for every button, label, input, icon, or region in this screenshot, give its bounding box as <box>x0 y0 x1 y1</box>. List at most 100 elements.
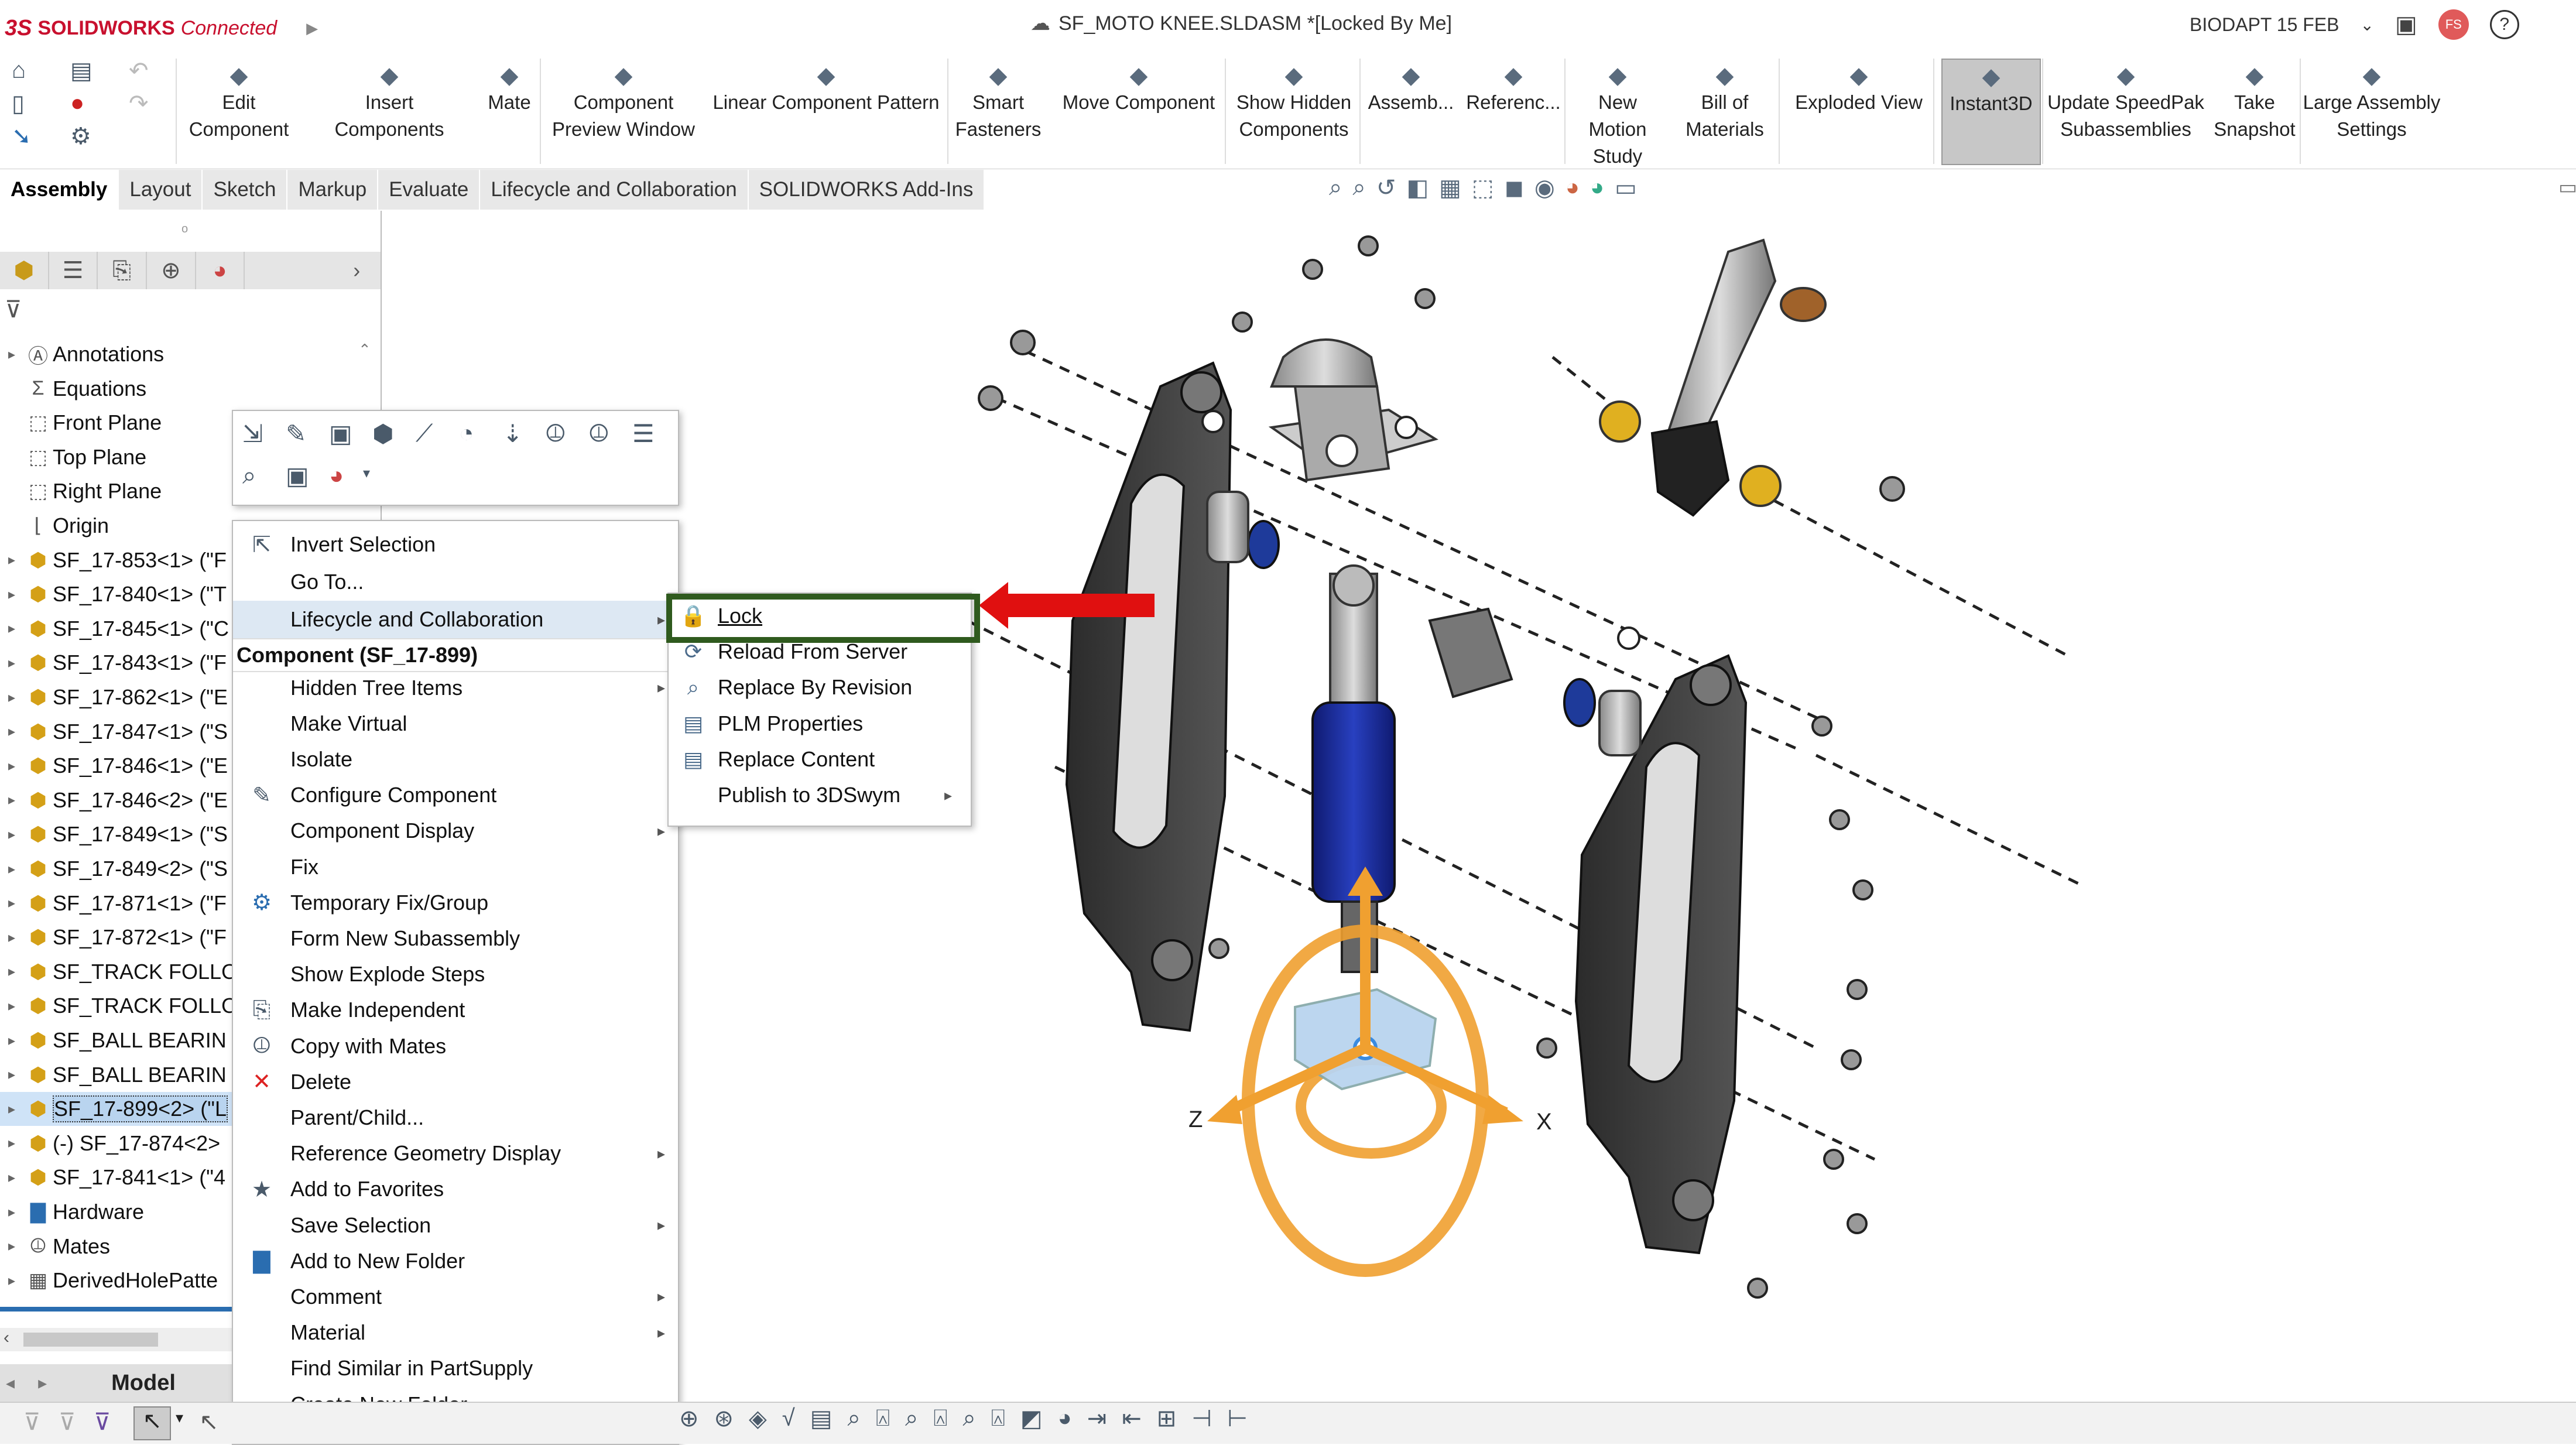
select-other-icon[interactable]: ↖ <box>199 1409 219 1436</box>
menu-item-find-similar-in-partsupply[interactable]: Find Similar in PartSupply <box>233 1351 676 1386</box>
menu-item-hidden-tree-items[interactable]: Hidden Tree Items ▸ <box>233 670 676 706</box>
sketch-tool-icon[interactable]: ⍓ <box>876 1405 890 1432</box>
tab-markup[interactable]: Markup <box>287 170 379 210</box>
options-gear-icon[interactable]: ⚙ <box>70 123 91 150</box>
menu-item-add-to-new-folder[interactable]: ▇ Add to New Folder <box>233 1243 676 1279</box>
scrollbar-thumb[interactable] <box>23 1333 158 1347</box>
select-icon[interactable]: ➘ <box>12 123 32 150</box>
expand-arrow-icon[interactable]: ▸ <box>0 929 23 946</box>
smart-mate-icon[interactable]: ⦹ <box>589 419 609 448</box>
cmd-instant3d-button[interactable]: ◆ Instant3D <box>1941 59 2041 165</box>
scroll-left-icon[interactable]: ‹ <box>4 1328 9 1348</box>
sketch-tool-icon[interactable]: ⍓ <box>991 1405 1005 1432</box>
view-orientation-icon[interactable]: ⬚ <box>1472 174 1494 201</box>
configuration-manager-tab[interactable]: ⎘ <box>98 252 148 289</box>
component-preview-icon[interactable]: ▣ <box>286 461 309 490</box>
panel-tabs-more-icon[interactable]: › <box>333 252 381 289</box>
select-cursor-icon[interactable]: ↖ <box>133 1406 171 1440</box>
menu-item-configure-component[interactable]: ✎ Configure Component <box>233 778 676 813</box>
zoom-selection-icon[interactable]: ⌕ <box>242 461 256 490</box>
cmd-preview-window-button[interactable]: ◆ Component Preview Window <box>544 59 703 165</box>
cmd-large-assembly-button[interactable]: ◆ Large Assembly Settings <box>2298 59 2445 165</box>
menu-item-save-selection[interactable]: Save Selection ▸ <box>233 1207 676 1243</box>
menu-item-lifecycle-and-collaboration[interactable]: Lifecycle and Collaboration ▸ <box>233 601 676 638</box>
sketch-tool-icon[interactable]: ⊛ <box>714 1405 734 1432</box>
panel-splitter-handle[interactable]: o <box>181 222 188 236</box>
sketch-tool-icon[interactable]: ◩ <box>1020 1405 1043 1432</box>
tab-prev-icon[interactable]: ◂ <box>6 1373 15 1393</box>
sketch-tool-icon[interactable]: ▤ <box>810 1405 833 1432</box>
new-document-icon[interactable]: ▯ <box>12 90 25 117</box>
submenu-item-replace-by-revision[interactable]: ⌕ Replace By Revision <box>669 670 968 705</box>
select-dropdown-icon[interactable]: ▾ <box>176 1409 183 1427</box>
sketch-tool-icon[interactable]: ⇥ <box>1087 1405 1107 1432</box>
expand-arrow-icon[interactable]: ▸ <box>0 1272 23 1289</box>
menu-item-add-to-favorites[interactable]: ★ Add to Favorites <box>233 1172 676 1207</box>
menu-item-component-display[interactable]: Component Display ▸ <box>233 813 676 849</box>
cmd-bom-button[interactable]: ◆ Bill of Materials <box>1672 59 1777 165</box>
avatar[interactable]: FS <box>2438 9 2469 40</box>
zoom-to-area-icon[interactable]: ⌕ <box>1352 174 1365 201</box>
expand-arrow-icon[interactable]: ▸ <box>0 552 23 569</box>
cmd-reference-geometry-button[interactable]: ◆ Referenc... <box>1464 59 1563 165</box>
compass-icon[interactable]: ▣ <box>2395 11 2417 38</box>
edit-part-icon[interactable]: ✎ <box>286 419 306 448</box>
hide-component-icon[interactable]: ⟋ <box>416 419 433 448</box>
submenu-item-plm-properties[interactable]: ▤ PLM Properties <box>669 706 968 741</box>
sketch-tool-icon[interactable]: ⍓ <box>933 1405 947 1432</box>
user-label[interactable]: BIODAPT 15 FEB <box>2190 14 2339 36</box>
submenu-item-publish-to-3dswym[interactable]: Publish to 3DSwym ▸ <box>669 778 968 813</box>
expand-arrow-icon[interactable]: ▸ <box>0 758 23 775</box>
open-part-icon[interactable]: ⇲ <box>242 419 263 448</box>
menu-item-parent-child[interactable]: Parent/Child... <box>233 1100 676 1135</box>
make-transparent-icon[interactable]: ◔ <box>459 419 474 447</box>
tab-sketch[interactable]: Sketch <box>203 170 288 210</box>
tab-solidworks-add-ins[interactable]: SOLIDWORKS Add-Ins <box>748 170 985 210</box>
filter-dim-icon[interactable]: ⊽ <box>23 1409 40 1436</box>
menu-item-material[interactable]: Material ▸ <box>233 1315 676 1351</box>
sketch-tool-icon[interactable]: ⊢ <box>1227 1405 1248 1432</box>
dynamic-annotation-icon[interactable]: ▦ <box>1439 174 1461 201</box>
menu-item-reference-geometry-display[interactable]: Reference Geometry Display ▸ <box>233 1136 676 1172</box>
expand-arrow-icon[interactable]: ▸ <box>0 861 23 878</box>
tab-lifecycle-and-collaboration[interactable]: Lifecycle and Collaboration <box>480 170 749 210</box>
view-mates-icon[interactable]: ⇣ <box>502 419 523 448</box>
tab-assembly[interactable]: Assembly <box>0 170 119 210</box>
menu-item-make-virtual[interactable]: Make Virtual <box>233 706 676 741</box>
home-icon[interactable]: ⌂ <box>12 57 26 84</box>
cmd-exploded-view-button[interactable]: ◆ Exploded View <box>1786 59 1932 165</box>
expand-arrow-icon[interactable]: ▸ <box>0 586 23 603</box>
tree-item[interactable]: Σ Equations <box>0 372 381 406</box>
sketch-tool-icon[interactable]: ◕ <box>1058 1405 1072 1432</box>
cmd-motion-study-button[interactable]: ◆ New Motion Study <box>1568 59 1667 167</box>
feature-manager-tab[interactable]: ⬢ <box>0 252 49 289</box>
display-style-icon[interactable]: ◼ <box>1505 174 1524 201</box>
menu-item-make-independent[interactable]: ⎘ Make Independent <box>233 992 676 1028</box>
sketch-tool-icon[interactable]: ⇤ <box>1122 1405 1142 1432</box>
expand-arrow-icon[interactable]: ▸ <box>0 689 23 706</box>
tab-next-icon[interactable]: ▸ <box>38 1373 47 1393</box>
selection-filter-icon[interactable]: ⊽ <box>94 1409 111 1436</box>
expand-arrow-icon[interactable]: ▸ <box>0 655 23 672</box>
sketch-tool-icon[interactable]: ⌕ <box>962 1405 975 1432</box>
menu-item-show-explode-steps[interactable]: Show Explode Steps <box>233 957 676 992</box>
rebuild-icon[interactable]: ● <box>70 90 84 117</box>
section-view-icon[interactable]: ◧ <box>1406 174 1429 201</box>
collapse-icon[interactable]: ▭ <box>2558 176 2576 199</box>
previous-view-icon[interactable]: ↺ <box>1376 174 1396 201</box>
sketch-tool-icon[interactable]: ◈ <box>749 1405 767 1432</box>
cmd-edit-component-button[interactable]: ◆ Edit Component <box>180 59 297 165</box>
help-icon[interactable]: ? <box>2489 10 2519 39</box>
sketch-tool-icon[interactable]: ⊣ <box>1191 1405 1212 1432</box>
expand-arrow-icon[interactable]: ▸ <box>0 792 23 809</box>
menu-item-go-to[interactable]: Go To... <box>233 563 676 601</box>
solidworks-logo[interactable]: 3S SOLIDWORKS Connected ▶ <box>0 11 318 46</box>
expand-arrow-icon[interactable]: ▸ <box>0 1066 23 1083</box>
expand-arrow-icon[interactable]: ▸ <box>0 620 23 637</box>
component-properties-icon[interactable]: ⬢ <box>372 419 394 448</box>
expand-arrow-icon[interactable]: ▸ <box>0 1101 23 1118</box>
submenu-item-replace-content[interactable]: ▤ Replace Content <box>669 742 968 777</box>
property-manager-tab[interactable]: ☰ <box>49 252 98 289</box>
filter-icon[interactable]: ⊽ <box>59 1409 76 1436</box>
appearance-icon[interactable]: ◕ <box>329 461 344 489</box>
